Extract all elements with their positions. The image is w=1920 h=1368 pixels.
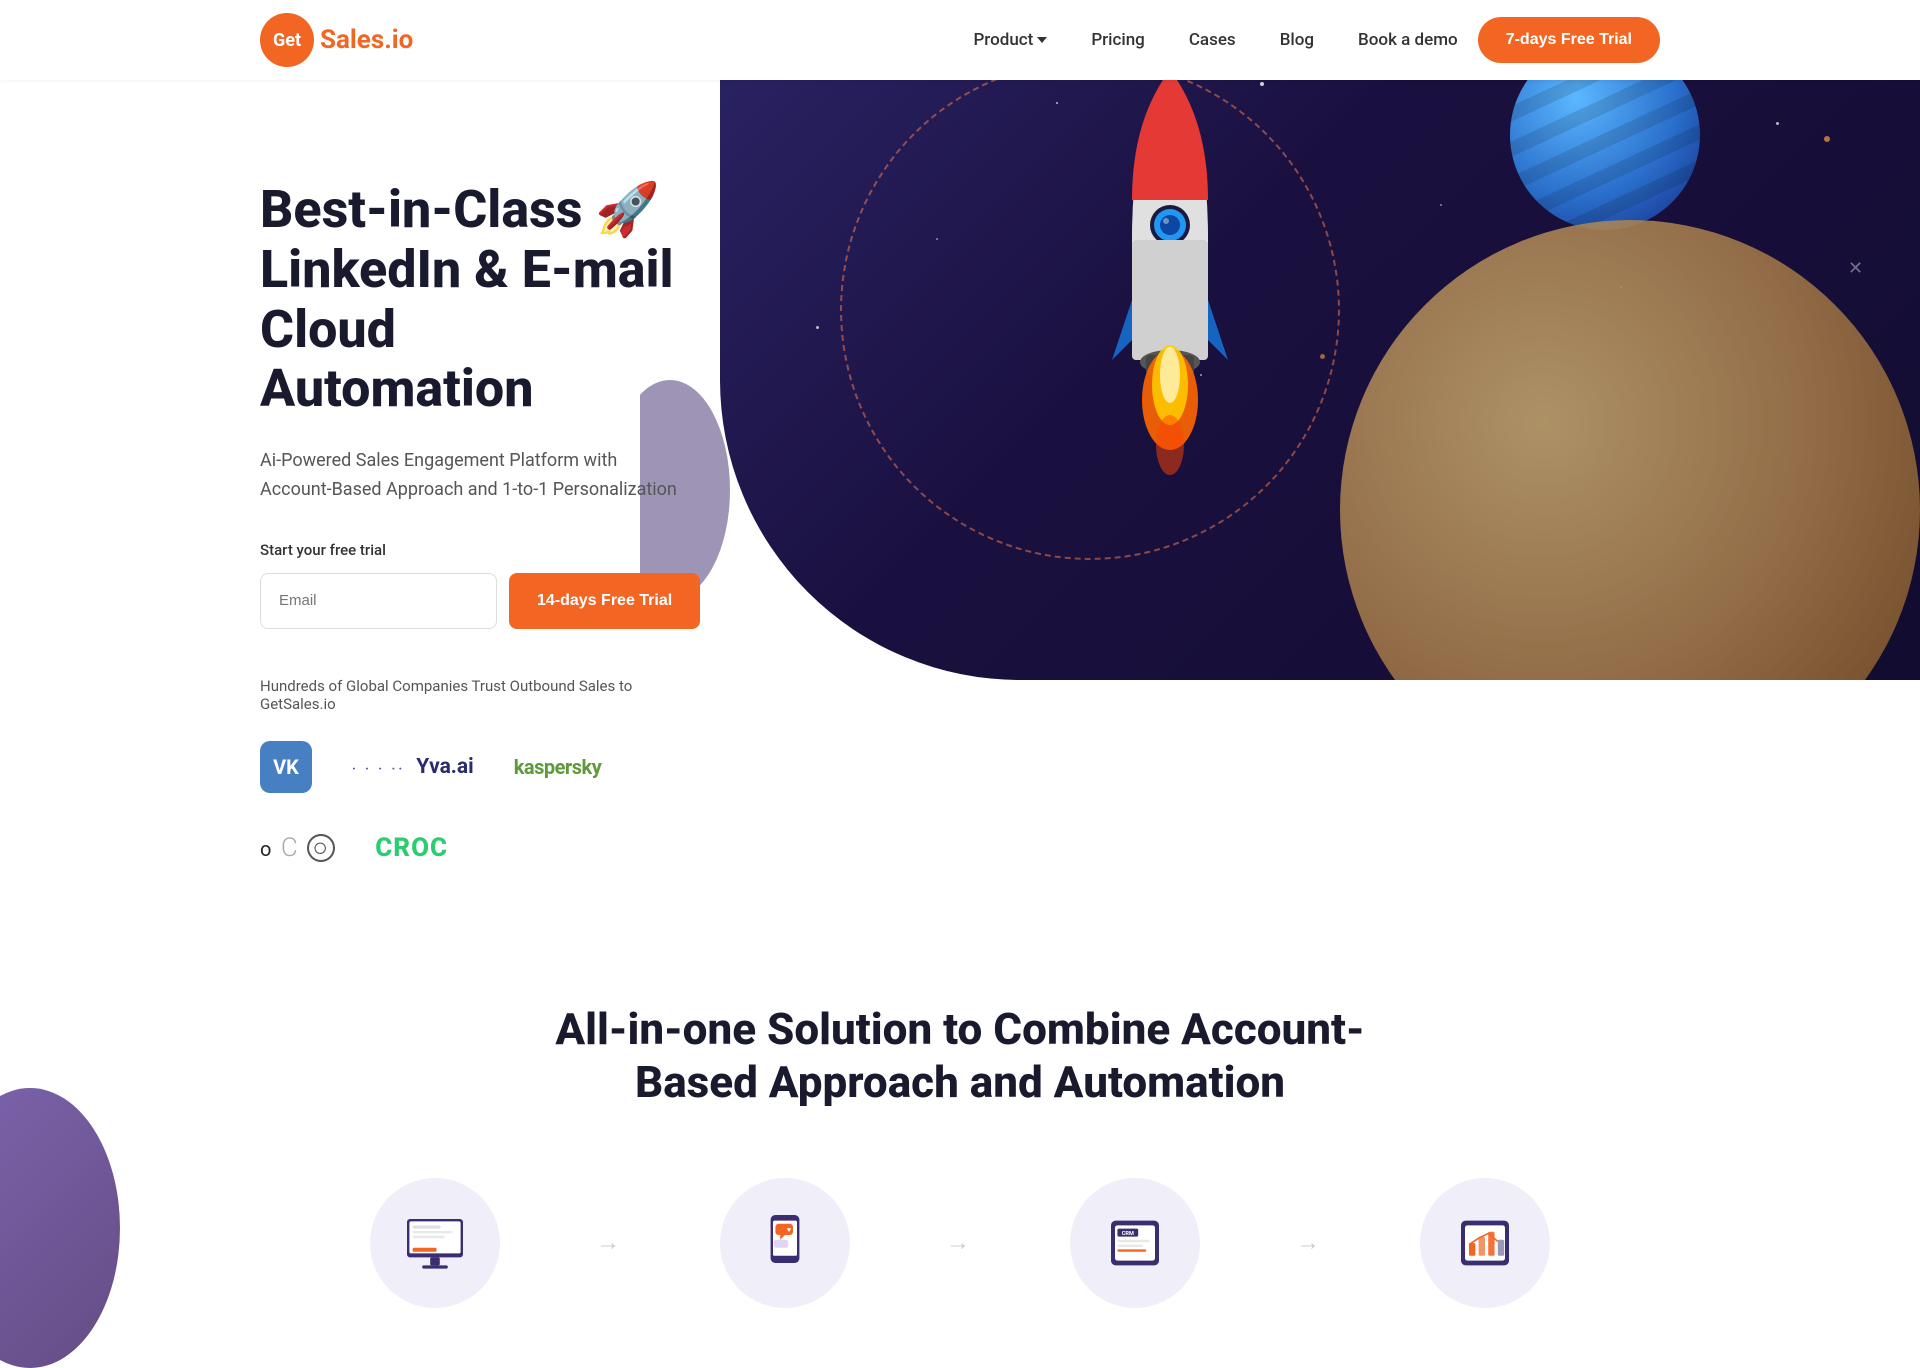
nav-item-pricing[interactable]: Pricing bbox=[1091, 30, 1145, 50]
brown-planet bbox=[1340, 220, 1920, 680]
hero-title-line1: Best-in-Class 🚀 bbox=[260, 179, 660, 240]
feature-icon-3: CRM bbox=[1070, 1178, 1200, 1308]
nav-cases-link[interactable]: Cases bbox=[1189, 30, 1236, 50]
feature-item-3: CRM → bbox=[960, 1178, 1310, 1308]
nav-blog-label: Blog bbox=[1280, 30, 1314, 50]
lower-title-line1: All-in-one Solution to Combine Account- bbox=[555, 1003, 1364, 1055]
hero-left: Best-in-Class 🚀 LinkedIn & E-mail Cloud … bbox=[0, 80, 680, 923]
feature-icon-4 bbox=[1420, 1178, 1550, 1308]
feature-item-1: → bbox=[260, 1178, 610, 1308]
vk-logo: VK bbox=[260, 741, 312, 793]
lower-section: All-in-one Solution to Combine Account- … bbox=[0, 923, 1920, 1368]
nav-pricing-link[interactable]: Pricing bbox=[1091, 30, 1145, 50]
croc-logo: CROC bbox=[375, 833, 448, 863]
nav-book-demo-link[interactable]: Book a demo bbox=[1358, 30, 1458, 50]
nav-product-link[interactable]: Product bbox=[973, 30, 1047, 50]
yva-logo: · · · ·· Yva.ai bbox=[352, 754, 474, 779]
hero-section: Best-in-Class 🚀 LinkedIn & E-mail Cloud … bbox=[0, 0, 1920, 923]
nav-item-cases[interactable]: Cases bbox=[1189, 30, 1236, 50]
navbar: Get Sales.io Product Pricing Cases bbox=[0, 0, 1920, 80]
nav-product-label: Product bbox=[973, 30, 1033, 50]
trust-text: Hundreds of Global Companies Trust Outbo… bbox=[260, 677, 680, 713]
svg-text:♥: ♥ bbox=[787, 1225, 791, 1234]
nav-book-demo-label: Book a demo bbox=[1358, 30, 1458, 50]
nav-links: Product Pricing Cases Blog Book a demo bbox=[973, 30, 1457, 50]
logo-text: Sales.io bbox=[320, 25, 413, 55]
hero-title-line3: Cloud Automation bbox=[260, 299, 533, 420]
email-form: 14-days Free Trial bbox=[260, 573, 680, 629]
oco-logo: o C ○ bbox=[260, 833, 335, 863]
free-trial-14day-button[interactable]: 14-days Free Trial bbox=[509, 573, 700, 629]
nav-blog-link[interactable]: Blog bbox=[1280, 30, 1314, 50]
product-chevron-icon bbox=[1037, 37, 1047, 43]
logo-get-text: Get bbox=[273, 30, 301, 51]
nav-item-blog[interactable]: Blog bbox=[1280, 30, 1314, 50]
feature-item-4 bbox=[1310, 1178, 1660, 1308]
nav-pricing-label: Pricing bbox=[1091, 30, 1145, 50]
svg-text:CRM: CRM bbox=[1122, 1231, 1134, 1237]
hero-title: Best-in-Class 🚀 LinkedIn & E-mail Cloud … bbox=[260, 180, 680, 419]
logo-circle: Get bbox=[260, 13, 314, 67]
logo-sales-text: Sales.io bbox=[320, 25, 413, 55]
company-logos-row: VK · · · ·· Yva.ai kaspersky o C ○ CROC bbox=[260, 741, 680, 863]
feature-icon-2: ♥ bbox=[720, 1178, 850, 1308]
nav-item-book-demo[interactable]: Book a demo bbox=[1358, 30, 1458, 50]
space-background: ✕ bbox=[720, 0, 1920, 680]
feature-icon-1 bbox=[370, 1178, 500, 1308]
hero-right: ✕ bbox=[640, 0, 1920, 680]
rocket bbox=[1060, 40, 1280, 660]
features-row: → ♥ bbox=[260, 1178, 1660, 1308]
feature-item-2: ♥ → bbox=[610, 1178, 960, 1308]
nav-free-trial-button[interactable]: 7-days Free Trial bbox=[1478, 17, 1660, 63]
lower-title: All-in-one Solution to Combine Account- … bbox=[530, 1003, 1390, 1109]
hero-subtitle: Ai-Powered Sales Engagement Platform wit… bbox=[260, 447, 680, 505]
lower-title-line2: Based Approach and Automation bbox=[635, 1056, 1285, 1108]
kaspersky-logo: kaspersky bbox=[514, 755, 602, 779]
logo-link[interactable]: Get Sales.io bbox=[260, 13, 413, 67]
nav-cases-label: Cases bbox=[1189, 30, 1236, 50]
hero-title-line2: LinkedIn & E-mail bbox=[260, 239, 674, 300]
free-trial-label: Start your free trial bbox=[260, 541, 680, 559]
email-input[interactable] bbox=[260, 573, 497, 629]
nav-item-product[interactable]: Product bbox=[973, 30, 1047, 50]
